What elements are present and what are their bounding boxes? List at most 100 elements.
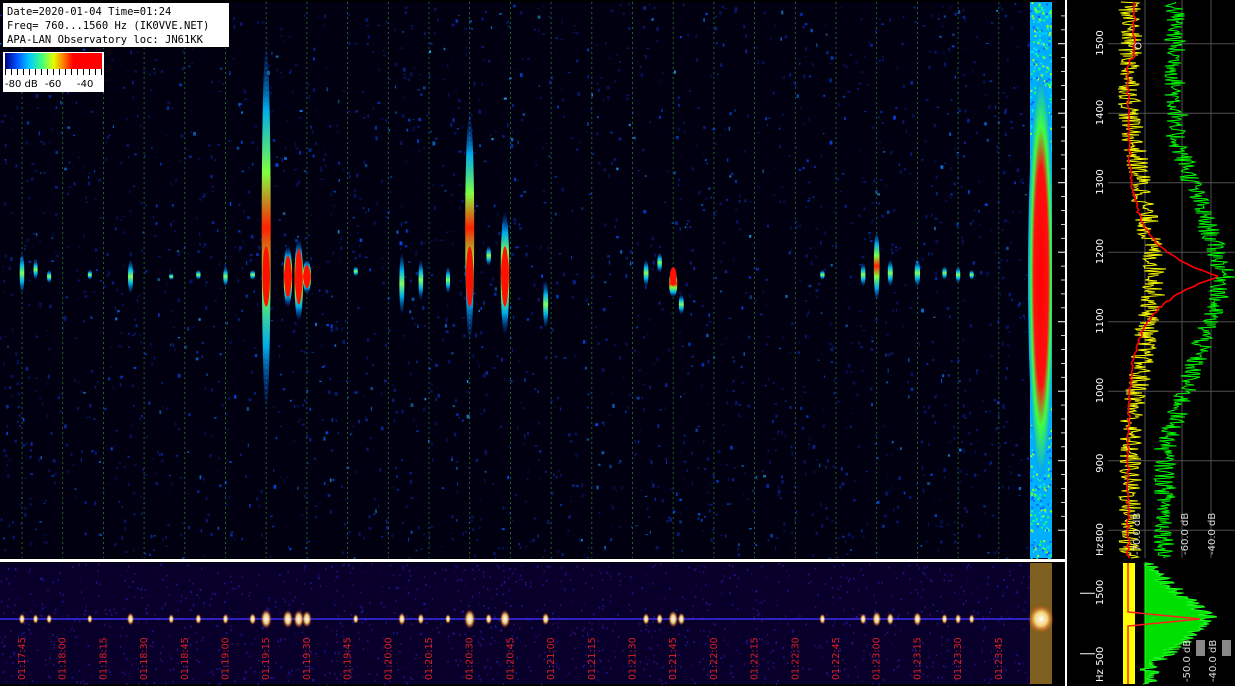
color-scale-bar (5, 53, 102, 69)
time-tick-label: 01:22:15 (750, 637, 761, 680)
echo-trace (128, 259, 134, 294)
overview-echo (222, 613, 229, 625)
spectrogram-viewer: 01:17:45 01:18:00 01:18:15 01:18:30 01:18:45… (0, 0, 1235, 686)
echo-trace (19, 252, 25, 294)
echo-trace (643, 259, 649, 287)
overview-echo (168, 614, 175, 624)
overview-echo (282, 609, 294, 629)
overview-axis: 500 1500 Hz -50.0 dB -40.0 dB (1067, 562, 1235, 685)
overview-echo (968, 614, 975, 624)
freq-tick-label: 1400 (1095, 100, 1106, 125)
meteor-echo (128, 259, 134, 294)
echo-trace (914, 259, 921, 287)
time-tick-label: 01:23:00 (872, 637, 883, 680)
meteor-echo (302, 259, 311, 294)
echo-trace (486, 245, 491, 267)
time-tick-label: 01:19:15 (261, 637, 272, 680)
meteor-echo (500, 210, 510, 336)
freq-tick-label: 800 (1095, 523, 1106, 542)
meteor-echo (820, 269, 825, 280)
echo-trace (399, 252, 405, 315)
meteor-echo (196, 269, 201, 280)
time-tick-label: 01:18:00 (58, 637, 69, 680)
profile-db-label: -40.0 dB (1207, 513, 1218, 555)
meteor-echo (678, 293, 684, 315)
scale-label-mid: -60 (45, 79, 62, 90)
overview-scroll-handle (1222, 640, 1231, 656)
echo-trace (969, 269, 974, 280)
time-tick-label: 01:23:30 (953, 637, 964, 680)
overview-echo (260, 609, 272, 629)
spectrogram-canvas: 01:17:45 01:18:00 01:18:15 01:18:30 01:18:45… (0, 0, 1235, 686)
overview-echo (46, 614, 52, 624)
meteor-echo (445, 266, 451, 294)
meteor-echo (887, 259, 893, 287)
time-tick-label: 01:21:45 (668, 637, 679, 680)
meteor-echo (223, 266, 228, 287)
echo-trace (33, 259, 38, 280)
profile-db-label: -70.0 dB (1132, 513, 1143, 555)
freq-tick-label: 900 (1095, 454, 1106, 473)
time-tick-label: 01:20:00 (383, 637, 394, 680)
meteor-echo (543, 280, 549, 329)
overview-echo (955, 613, 962, 625)
overview-profile-yellow (1123, 563, 1135, 684)
echo-trace (860, 262, 866, 287)
time-tick-label: 01:17:45 (17, 637, 28, 680)
overview-echo (913, 612, 922, 626)
time-tick-label: 01:20:45 (505, 637, 516, 680)
overview-freq-label: 1500 (1095, 580, 1106, 605)
overview-carrier-peak (1028, 605, 1054, 633)
carrier-strip (1028, 2, 1054, 560)
echo-trace (942, 266, 947, 281)
overview-db-label: -40.0 dB (1208, 640, 1219, 682)
panel-separator (0, 559, 1066, 562)
echo-trace (445, 266, 451, 294)
meteor-echo (465, 113, 475, 343)
axis-separator (1065, 0, 1067, 686)
echo-trace (887, 259, 893, 287)
overview-echo (302, 610, 312, 628)
meteor-echo (969, 269, 974, 280)
echo-trace (678, 293, 684, 315)
echo-trace (465, 113, 475, 343)
meteor-echo (669, 267, 678, 298)
meteor-echo (353, 266, 358, 277)
time-tick-label: 01:21:00 (546, 637, 557, 680)
meteor-echo (914, 259, 921, 287)
overview-echo (464, 609, 476, 629)
time-tick-label: 01:22:00 (709, 637, 720, 680)
overview-echo (859, 613, 867, 625)
echo-core (465, 246, 474, 307)
overview-freq-label: 500 (1095, 647, 1106, 666)
time-tick-label: 01:23:15 (912, 637, 923, 680)
time-tick-label: 01:18:45 (180, 637, 191, 680)
overview-echo (872, 611, 882, 627)
echo-core (303, 264, 311, 289)
meteor-echo (87, 269, 92, 280)
echo-trace (261, 43, 271, 413)
time-tick-label: 01:21:30 (628, 637, 639, 680)
info-panel: Date=2020-01-04 Time=01:24 Freq= 760...1… (2, 2, 230, 48)
meteor-echo (418, 259, 424, 301)
spectrum-profile: -70.0 dB -60.0 dB -40.0 dB (1108, 0, 1235, 559)
overview-echo (819, 613, 826, 625)
echo-trace (873, 231, 880, 301)
frequency-axis: 800 900 1000 1100 1200 1300 1400 1500 Hz (1052, 2, 1106, 558)
overview-echo (677, 612, 685, 626)
meteor-echo (399, 252, 405, 315)
overview-echo (886, 612, 894, 626)
overview-echo (656, 613, 663, 625)
echo-core (262, 246, 271, 307)
time-tick-label: 01:22:45 (831, 637, 842, 680)
scale-label-max: -40 (77, 79, 94, 90)
freq-tick-label: 1300 (1095, 169, 1106, 194)
meteor-echo (643, 259, 649, 287)
echo-core (669, 267, 677, 286)
time-tick-label: 01:18:15 (98, 637, 109, 680)
overview-echo (195, 613, 202, 625)
echo-core (284, 255, 292, 298)
overview-echo (417, 613, 425, 625)
overview-freq-unit: Hz (1095, 669, 1106, 682)
echo-core (295, 248, 303, 305)
